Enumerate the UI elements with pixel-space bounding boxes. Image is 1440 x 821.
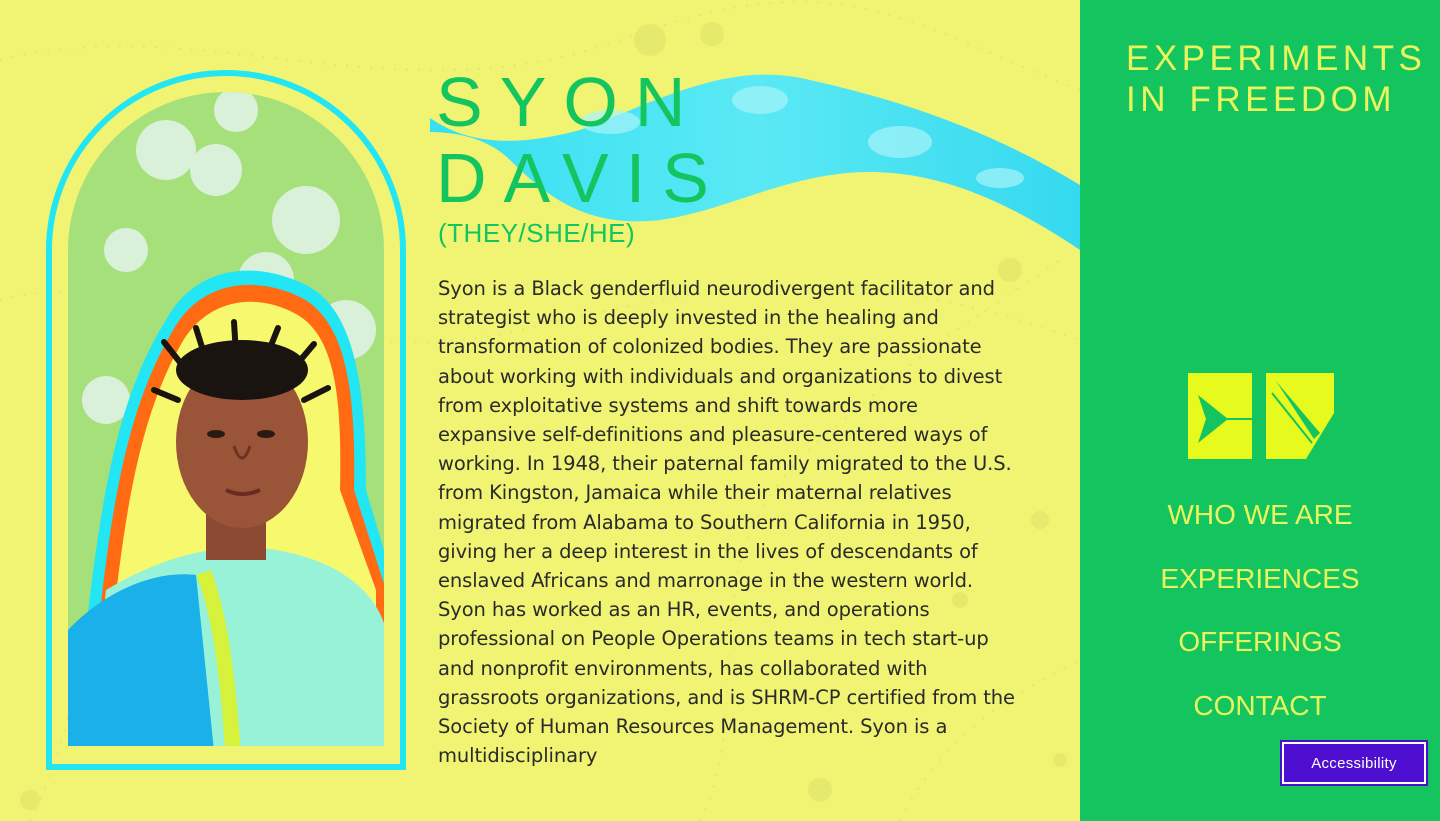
brand-word-freedom: FREEDOM [1189,80,1396,119]
logo-icon[interactable] [1188,373,1334,459]
brand-word-in: IN [1126,80,1170,119]
nav-experiences[interactable]: EXPERIENCES [1080,554,1440,618]
bio-text: Syon is a Black genderfluid neurodiverge… [438,277,1015,768]
last-name: DAVIS [436,139,726,217]
first-name: SYON [436,63,703,141]
portrait-photo [46,70,406,770]
accessibility-button[interactable]: Accessibility [1280,740,1428,786]
site-brand[interactable]: EXPERIMENTS IN FREEDOM [1126,38,1426,120]
profile-name: SYON DAVIS [436,64,726,216]
main-nav: WHO WE ARE EXPERIENCES OFFERINGS CONTACT [1080,490,1440,744]
nav-contact[interactable]: CONTACT [1080,681,1440,745]
sidebar: EXPERIMENTS IN FREEDOM WHO WE ARE EXPERI… [1080,0,1440,821]
brand-line-2: IN FREEDOM [1126,79,1396,120]
main-content: SYON DAVIS (THEY/SHE/HE) Syon is a Black… [0,0,1080,821]
nav-offerings[interactable]: OFFERINGS [1080,617,1440,681]
nav-who-we-are[interactable]: WHO WE ARE [1080,490,1440,554]
pronouns: (THEY/SHE/HE) [438,218,636,248]
brand-line-1: EXPERIMENTS [1126,39,1427,78]
